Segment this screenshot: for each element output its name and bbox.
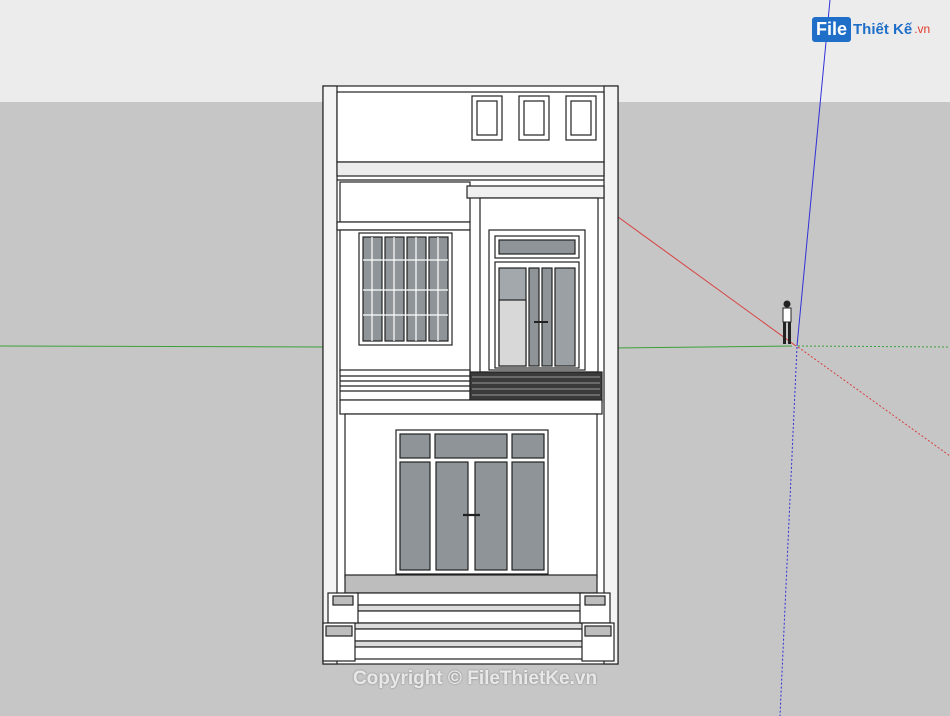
balcony-canopy <box>466 185 605 199</box>
logo-box: File <box>812 16 852 42</box>
floor-slab <box>339 399 603 415</box>
balcony-door <box>488 229 586 371</box>
entry-steps <box>349 592 589 660</box>
model-scene[interactable] <box>0 0 950 716</box>
house-model[interactable] <box>322 85 619 665</box>
upper-window <box>358 232 453 346</box>
logo-text: Thiết Kế <box>853 20 913 38</box>
logo-suffix: .vn <box>914 22 931 36</box>
left-balcony-slab <box>339 369 471 401</box>
porch-floor <box>344 574 598 594</box>
roof-slab <box>336 161 605 177</box>
left-pillar <box>322 85 338 665</box>
site-logo: File Thiết Kế .vn <box>812 12 930 46</box>
window-lintel <box>336 221 471 231</box>
right-pillar <box>603 85 619 665</box>
left-step-planter <box>322 592 359 662</box>
right-step-planter <box>579 592 615 662</box>
copyright-watermark: Copyright © FileThietKe.vn <box>352 668 598 689</box>
parapet-wall <box>336 91 605 163</box>
sketchup-viewport[interactable]: File Thiết Kế .vn Copyright © FileThietK… <box>0 0 950 716</box>
main-door <box>395 429 549 575</box>
